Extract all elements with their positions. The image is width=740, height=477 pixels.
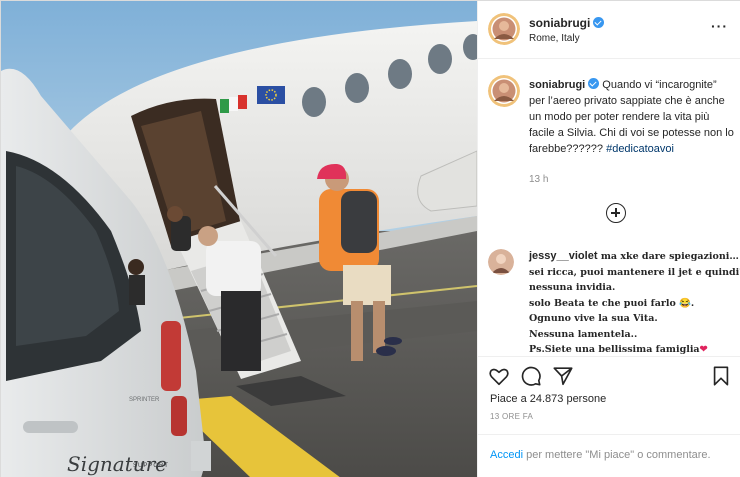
- caption-avatar[interactable]: [488, 75, 520, 107]
- post-location[interactable]: Rome, Italy: [529, 33, 580, 44]
- comment-line: solo Beata te che puoi farlo 😂.: [529, 297, 695, 309]
- comment-line: ma xke dare spiegazioni…: [600, 251, 739, 262]
- author-username[interactable]: soniabrugi: [529, 16, 605, 30]
- share-icon[interactable]: [552, 365, 574, 387]
- comment-line: sei ricca, puoi mantenere il jet e quind…: [529, 266, 740, 278]
- van-model-text: SPRINTER: [129, 397, 160, 403]
- caption-timestamp: 13 h: [529, 174, 549, 185]
- commenter-avatar[interactable]: [488, 249, 514, 275]
- hashtag-link[interactable]: #dedicatoavoi: [606, 143, 674, 155]
- comment-line: nessuna invidia.: [529, 282, 616, 293]
- instagram-post-frame: Signature SUPPORT SPRINTER soniabrugi Ro…: [0, 0, 740, 477]
- post-time-ago: 13 ORE FA: [490, 412, 534, 421]
- heart-emoji: ❤: [699, 344, 708, 355]
- verified-badge-icon: [588, 78, 600, 89]
- comment-icon[interactable]: [520, 365, 542, 387]
- post-sidebar: soniabrugi Rome, Italy ··· soniabrugi Qu…: [477, 1, 740, 477]
- commenter-username[interactable]: jessy__violet: [529, 250, 598, 262]
- comments-section: soniabrugi Quando vi “incarognite” per l…: [478, 59, 740, 359]
- post-header: soniabrugi Rome, Italy ···: [478, 1, 740, 59]
- ellipsis-icon[interactable]: ···: [711, 19, 728, 33]
- caption-username[interactable]: soniabrugi: [529, 79, 585, 91]
- comment-text: jessy__violet ma xke dare spiegazioni… s…: [529, 249, 740, 358]
- login-prompt-bar: Accedi per mettere "Mi piace" o commenta…: [478, 434, 740, 477]
- post-actions: Piace a 24.873 persone 13 ORE FA Accedi …: [478, 356, 740, 477]
- bookmark-icon[interactable]: [710, 365, 732, 387]
- login-prompt-text: per mettere "Mi piace" o commentare.: [523, 449, 711, 461]
- comment-line: Nessuna lamentela..: [529, 328, 638, 340]
- login-prompt: Accedi per mettere "Mi piace" o commenta…: [490, 449, 711, 461]
- caption-text: soniabrugi Quando vi “incarognite” per l…: [529, 77, 734, 157]
- plus-circle-icon[interactable]: [606, 203, 626, 223]
- comment-line: Ognuno vive la sua Vita.: [529, 313, 658, 324]
- likes-count[interactable]: Piace a 24.873 persone: [490, 393, 606, 405]
- post-photo[interactable]: Signature SUPPORT SPRINTER: [1, 1, 477, 477]
- heart-icon[interactable]: [488, 365, 510, 387]
- comment-line: Ps.Siete una bellissima famiglia: [529, 344, 700, 355]
- van-sub-text: SUPPORT: [133, 463, 169, 469]
- verified-badge-icon: [593, 17, 605, 28]
- login-link[interactable]: Accedi: [490, 449, 523, 461]
- author-avatar[interactable]: [488, 13, 520, 45]
